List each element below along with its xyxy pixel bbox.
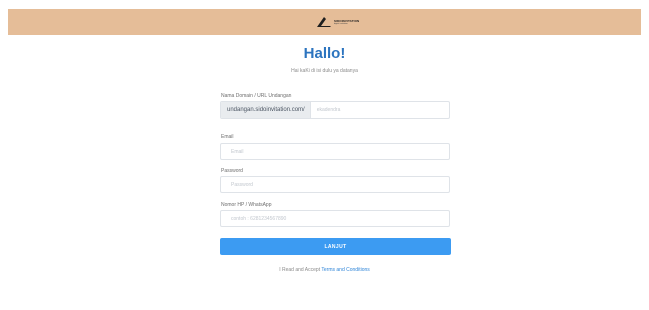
terms-text: I Read and Accept Terms and Conditions: [0, 267, 649, 273]
terms-link[interactable]: Terms and Conditions: [321, 267, 369, 273]
terms-prefix: I Read and Accept: [279, 267, 321, 273]
domain-input[interactable]: ekadendra: [311, 102, 449, 118]
submit-button[interactable]: LANJUT: [220, 238, 451, 255]
domain-prefix: undangan.sidoinvitation.com/: [221, 102, 311, 118]
email-label: Email: [221, 134, 234, 140]
brand-logo[interactable]: SIDOINVITATION digital invitation: [316, 15, 359, 29]
domain-label: Nama Domain / URL Undangan: [221, 93, 292, 99]
page-title: Hallo!: [303, 45, 346, 62]
phone-field[interactable]: contoh : 6281234567890: [220, 210, 450, 227]
email-field[interactable]: Email: [220, 143, 450, 160]
domain-input-group: undangan.sidoinvitation.com/ ekadendra: [220, 101, 450, 119]
page-subtitle: Hai kaKi di isi dulu ya datanya: [291, 68, 358, 74]
password-field[interactable]: Password: [220, 176, 450, 193]
logo-tagline: digital invitation: [334, 22, 348, 25]
phone-label: Nomor HP / WhatsApp: [221, 202, 272, 208]
password-label: Password: [221, 168, 243, 174]
logo-mark-icon: [317, 17, 331, 27]
